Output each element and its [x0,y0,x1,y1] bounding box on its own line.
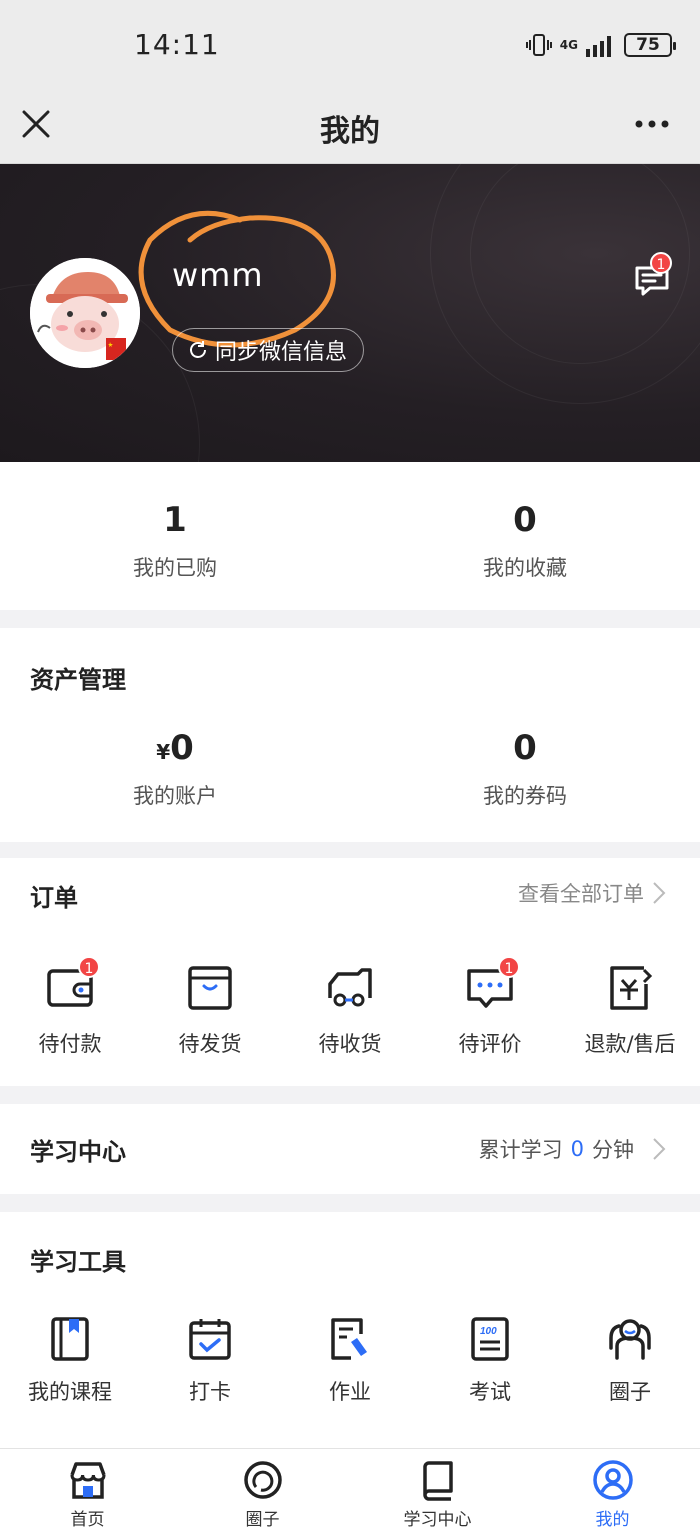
purchased-count: 1 [163,500,187,540]
order-item-label: 待发货 [178,1032,242,1056]
community-icon [609,1319,651,1360]
message-badge: 1 [650,252,672,274]
tab-label: 圈子 [245,1510,280,1530]
profile-header: wmm 同步微信信息 1 [0,164,700,462]
purchased-label: 我的已购 [133,556,217,580]
summary-card: 1 我的已购 0 我的收藏 [0,462,700,610]
order-item-label: 待评价 [458,1032,522,1056]
pig-avatar-icon [30,258,140,368]
vibrate-icon [525,34,552,56]
refund-icon [610,966,653,1010]
tab-label: 首页 [70,1510,105,1530]
learning-tools-card: 学习工具 我的课程 打卡 作业 100 考试 圈子 [0,1212,700,1448]
account-stat[interactable]: ¥0 我的账户 [0,728,350,810]
system-indicators: 4G 75 [525,30,676,60]
course-book-icon [51,1317,89,1361]
orders-card: 订单 查看全部订单 1 待付款 待发货 待收货 1 待评价 退款/售后 [0,858,700,1086]
nav-bar: 我的 [0,88,700,164]
order-pending-shipment[interactable]: 待发货 [140,962,280,1058]
signal-icon [586,36,611,57]
bottom-tab-bar: 首页 圈子 学习中心 我的 [0,1448,700,1540]
favorites-label: 我的收藏 [483,556,567,580]
truck-icon [328,968,372,1007]
homework-icon [331,1318,367,1360]
order-pending-review[interactable]: 1 待评价 [420,956,560,1058]
learning-tools-grid: 我的课程 打卡 作业 100 考试 圈子 [0,1316,700,1406]
tool-my-courses[interactable]: 我的课程 [0,1316,140,1406]
tool-label: 我的课程 [28,1380,112,1404]
learning-center-title: 学习中心 [30,1138,126,1166]
box-icon [188,966,232,1010]
chevron-right-icon [653,1138,666,1160]
order-status-grid: 1 待付款 待发货 待收货 1 待评价 退款/售后 [0,956,700,1058]
chevron-right-icon [653,882,666,904]
account-label: 我的账户 [133,784,217,808]
coupons-count: 0 [513,728,537,768]
user-icon [592,1460,633,1500]
battery-indicator: 75 [624,33,676,57]
pending-payment-badge: 1 [78,956,100,978]
avatar[interactable] [30,258,140,368]
refresh-icon [190,341,206,358]
tab-learning-center[interactable]: 学习中心 [350,1449,525,1540]
tool-label: 打卡 [189,1380,231,1404]
calendar-check-icon [189,1319,231,1360]
order-item-label: 待付款 [38,1032,102,1056]
order-refund[interactable]: 退款/售后 [560,962,700,1058]
view-all-orders-link[interactable]: 查看全部订单 [518,878,666,908]
tab-label: 我的 [595,1510,630,1530]
message-button[interactable]: 1 [632,252,672,300]
sync-label: 同步微信信息 [215,340,348,365]
tool-label: 考试 [469,1380,511,1404]
learning-prefix: 累计学习 [478,1138,563,1162]
view-all-orders-label: 查看全部订单 [518,882,644,906]
order-item-label: 退款/售后 [584,1032,676,1056]
tool-community[interactable]: 圈子 [560,1316,700,1406]
learning-center-card[interactable]: 学习中心 累计学习 0 分钟 [0,1104,700,1194]
account-balance: 0 [170,728,194,768]
tool-label: 圈子 [609,1380,651,1404]
tab-home[interactable]: 首页 [0,1449,175,1540]
svg-text:100: 100 [480,1326,497,1337]
network-type: 4G [559,37,578,52]
learning-time: 累计学习 0 分钟 [479,1134,666,1164]
purchased-stat[interactable]: 1 我的已购 [0,500,350,582]
order-pending-payment[interactable]: 1 待付款 [0,956,140,1058]
tool-label: 作业 [329,1380,371,1404]
coupons-stat[interactable]: 0 我的券码 [350,728,700,810]
assets-card: 资产管理 ¥0 我的账户 0 我的券码 [0,628,700,842]
tab-circle[interactable]: 圈子 [175,1449,350,1540]
book-icon [422,1461,453,1501]
learning-tools-title: 学习工具 [30,1248,126,1276]
learning-suffix: 分钟 [592,1138,634,1162]
page-title: 我的 [320,114,380,149]
tab-label: 学习中心 [403,1510,472,1530]
orders-title: 订单 [30,884,78,912]
order-item-label: 待收货 [318,1032,382,1056]
status-bar: 14:11 4G 75 [0,0,700,88]
favorites-count: 0 [513,500,537,540]
home-store-icon [69,1462,106,1499]
tool-homework[interactable]: 作业 [280,1316,420,1406]
order-pending-receipt[interactable]: 待收货 [280,962,420,1058]
more-options-icon[interactable] [634,114,670,134]
tab-mine[interactable]: 我的 [525,1449,700,1540]
exam-icon: 100 [471,1317,509,1361]
learning-minutes: 0 [570,1137,584,1161]
sync-wechat-button[interactable]: 同步微信信息 [172,328,365,372]
coupons-label: 我的券码 [483,784,567,808]
assets-title: 资产管理 [30,666,126,694]
tool-check-in[interactable]: 打卡 [140,1316,280,1406]
tool-exam[interactable]: 100 考试 [420,1316,560,1406]
circle-chat-icon [243,1461,282,1499]
currency-symbol: ¥ [156,740,171,764]
favorites-stat[interactable]: 0 我的收藏 [350,500,700,582]
pending-review-badge: 1 [498,956,520,978]
status-time: 14:11 [134,28,220,61]
